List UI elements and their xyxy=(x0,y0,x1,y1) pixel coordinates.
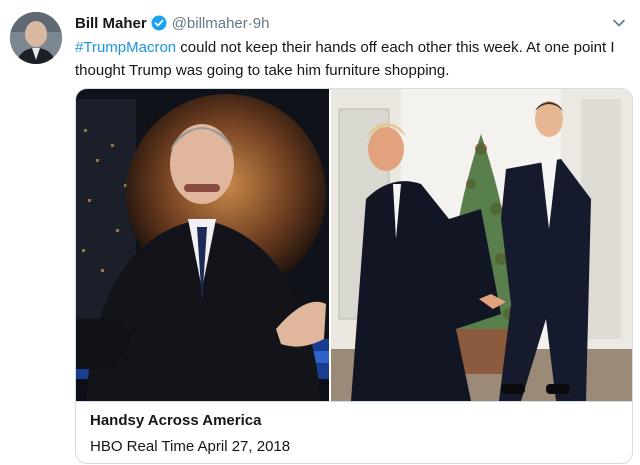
card-image-right xyxy=(331,89,632,401)
card-title: Handsy Across America xyxy=(90,412,262,429)
author-avatar[interactable] xyxy=(10,12,62,64)
card-subtitle: HBO Real Time April 27, 2018 xyxy=(90,438,291,455)
author-handle[interactable]: @billmaher xyxy=(172,15,248,32)
tweet-timestamp[interactable]: 9h xyxy=(253,15,270,32)
verified-badge-icon xyxy=(151,15,167,31)
tweet-text: #TrumpMacron could not keep their hands … xyxy=(75,36,630,82)
hashtag-link[interactable]: #TrumpMacron xyxy=(75,39,176,56)
link-card[interactable]: Handsy Across America HBO Real Time Apri… xyxy=(75,88,633,464)
avatar-photo xyxy=(10,12,62,64)
card-image-left xyxy=(76,89,329,401)
author-name[interactable]: Bill Maher xyxy=(75,15,147,32)
card-footer: Handsy Across America HBO Real Time Apri… xyxy=(76,401,632,463)
card-media xyxy=(76,89,632,401)
chevron-down-icon[interactable] xyxy=(612,16,626,30)
tweet-header: Bill Maher @billmaher · 9h xyxy=(75,12,269,34)
